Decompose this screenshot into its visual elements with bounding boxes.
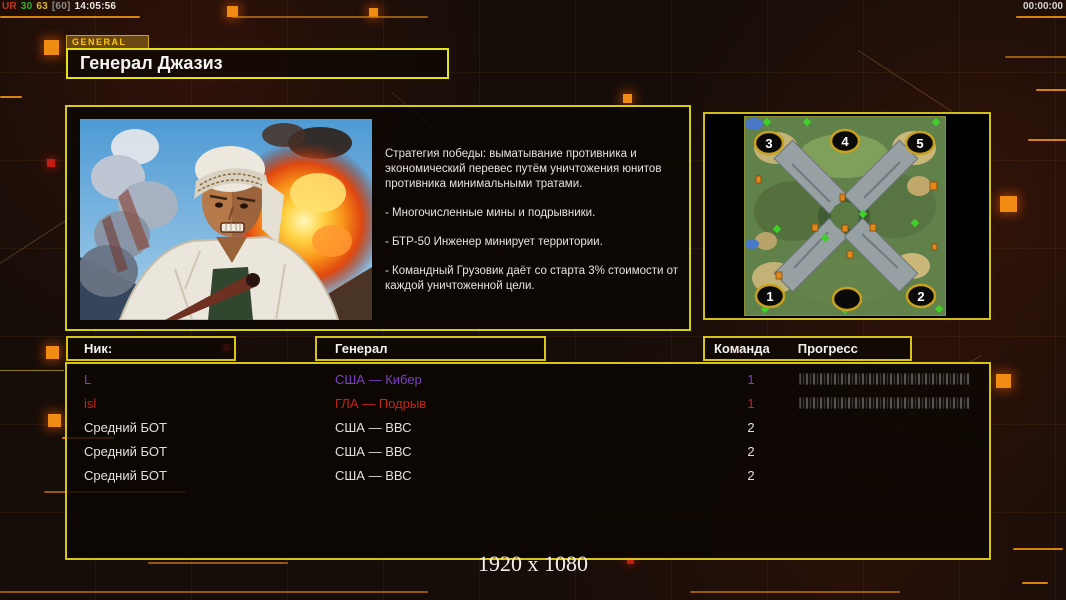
player-team: 2 [747,444,755,459]
strategy-paragraph: - Многочисленные мины и подрывники. [385,207,596,219]
header-team-progress: Команда Прогресс [703,336,912,361]
player-progress-bar [799,397,971,409]
debug-segment: 14:05:56 [74,1,117,12]
debug-segment: 63 [36,1,48,12]
player-general: ГЛА — Подрыв [335,396,427,411]
header-general: Генерал [315,336,546,361]
resolution-label: 1920 x 1080 [478,551,588,576]
deco-square [46,346,59,359]
deco-line [1016,16,1066,18]
strategy-paragraph: - БТР-50 Инженер минирует территории. [385,236,603,248]
deco-line [1022,582,1048,584]
debug-segment: UR [2,1,17,12]
deco-square [44,40,59,55]
general-title-box: Генерал Джазиз [66,48,449,79]
strategy-paragraph: Стратегия победы: выматывание противника… [385,148,662,190]
general-portrait [78,119,384,321]
player-table: L США — Кибер 1 isl ГЛА — Подрыв 1 Средн… [65,362,991,560]
deco-square [996,374,1011,388]
player-general: США — ВВС [335,420,412,435]
strategy-paragraph: - Командный Грузовик даёт со старта 3% с… [385,265,679,292]
svg-text:5: 5 [916,136,923,151]
player-nick: isl [84,396,97,411]
deco-line [1028,139,1066,141]
deco-square [48,414,61,427]
player-nick: L [84,372,92,387]
deco-line [1005,56,1066,58]
minimap-panel: 3 4 5 1 2 [703,112,991,320]
header-general-label: Генерал [335,341,388,356]
svg-text:3: 3 [765,136,772,151]
player-team: 1 [747,372,755,387]
header-progress-label: Прогресс [797,341,858,356]
deco-line [690,591,900,593]
player-row: L США — Кибер 1 [67,369,989,391]
deco-line [0,370,64,371]
player-general: США — ВВС [335,468,412,483]
player-row: isl ГЛА — Подрыв 1 [67,393,989,415]
player-team: 2 [747,420,755,435]
deco-line [232,16,428,18]
player-general: США — Кибер [335,372,422,387]
strategy-text: Стратегия победы: выматывание противника… [385,147,683,308]
header-team-label: Команда [714,341,770,356]
game-timer: 00:00:00 [1022,1,1063,12]
deco-square [47,159,55,167]
player-row: Средний БОТ США — ВВС 2 [67,417,989,439]
svg-text:4: 4 [841,134,849,149]
deco-diagonal [0,217,70,269]
deco-line [0,591,428,593]
player-progress-bar [799,373,971,385]
deco-diagonal [857,50,953,112]
debug-segment: 30 [20,1,33,12]
deco-line [1036,89,1066,91]
header-nick-label: Ник: [84,341,113,356]
debug-segment: [60] [51,1,71,12]
deco-line [0,16,140,18]
player-team: 2 [747,468,755,483]
general-info-panel: Стратегия победы: выматывание противника… [65,105,691,331]
player-row: Средний БОТ США — ВВС 2 [67,441,989,463]
player-nick: Средний БОТ [84,420,167,435]
header-nick: Ник: [66,336,236,361]
svg-text:2: 2 [917,289,924,304]
player-general: США — ВВС [335,444,412,459]
player-team: 1 [747,396,755,411]
portrait-illustration [78,119,384,321]
player-nick: Средний БОТ [84,444,167,459]
player-row: Средний БОТ США — ВВС 2 [67,465,989,487]
debug-overlay: UR 30 63 [60] 14:05:56 [2,1,120,12]
deco-line [1013,548,1063,550]
minimap: 3 4 5 1 2 [744,116,946,316]
deco-square [1000,196,1017,212]
deco-line [0,96,22,98]
svg-text:1: 1 [766,289,773,304]
page-title: Генерал Джазиз [80,53,223,73]
player-nick: Средний БОТ [84,468,167,483]
deco-square [623,94,632,103]
